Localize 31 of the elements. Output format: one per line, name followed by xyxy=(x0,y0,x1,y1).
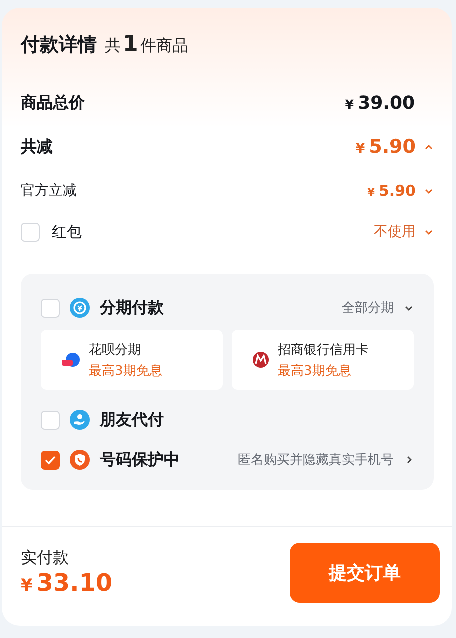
installment-link[interactable]: 全部分期 xyxy=(342,299,394,317)
bird-logo-icon xyxy=(61,350,81,370)
option-label: 分期付款 xyxy=(100,298,165,318)
bank-logo-icon xyxy=(252,351,270,369)
row-label: 商品总价 xyxy=(21,92,85,114)
total-label: 实付款 xyxy=(21,548,70,569)
installment-plan-card[interactable]: 招商银行信用卡 最高3期免息 xyxy=(232,330,414,390)
total-price: ¥ 33.10 xyxy=(21,569,113,597)
option-label: 朋友代付 xyxy=(100,410,165,430)
coin-icon xyxy=(70,298,90,318)
discount-price: ¥ 5.90 xyxy=(356,136,416,158)
hand-icon xyxy=(70,410,90,430)
item-count: 共 1 件商品 xyxy=(105,32,188,57)
discount-price: ¥ 5.90 xyxy=(368,182,416,200)
row-label: 官方立减 xyxy=(21,182,77,200)
plan-promo: 最高3期免息 xyxy=(89,362,162,380)
row-label: 共减 xyxy=(21,136,53,158)
checkbox[interactable] xyxy=(41,450,60,470)
submit-order-button[interactable]: 提交订单 xyxy=(290,542,440,602)
plan-name: 招商银行信用卡 xyxy=(278,342,369,358)
plan-name: 花呗分期 xyxy=(89,342,142,358)
checkmark-icon xyxy=(45,456,56,464)
price: ¥ 39.00 xyxy=(345,92,415,114)
privacy-link[interactable]: 匿名购买并隐藏真实手机号 xyxy=(238,451,394,469)
option-label: 号码保护中 xyxy=(100,450,181,470)
coupon-status: 不使用 xyxy=(374,223,416,241)
shield-phone-icon xyxy=(70,450,90,470)
plan-promo: 最高3期免息 xyxy=(278,362,352,380)
installment-plan-card[interactable]: 花呗分期 最高3期免息 xyxy=(41,330,223,390)
section-title: 付款详情 xyxy=(21,33,97,58)
row-label: 红包 xyxy=(52,222,82,242)
